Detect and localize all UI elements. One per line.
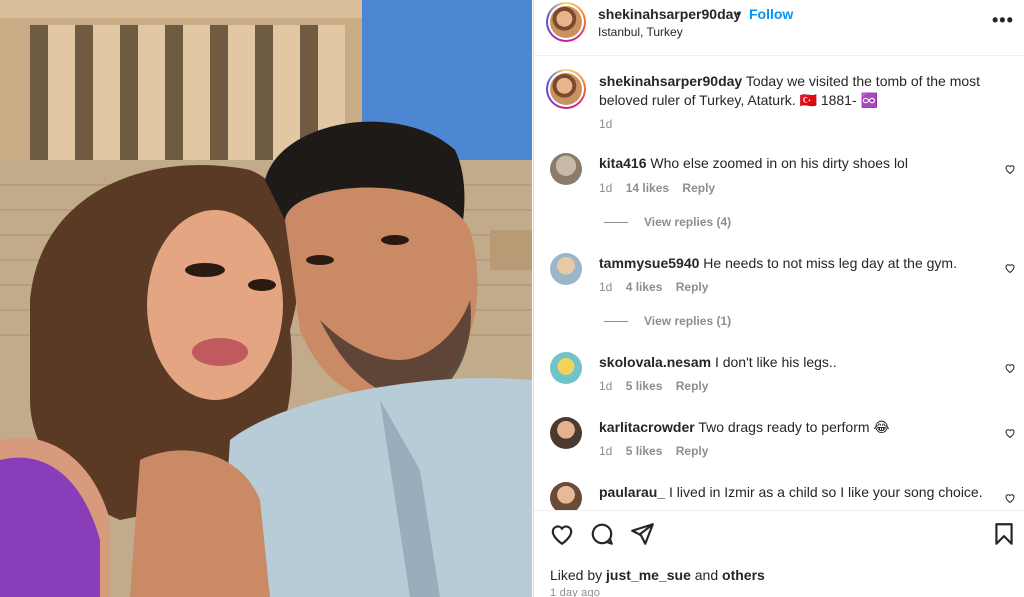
post-location[interactable]: Istanbul, Turkey	[598, 25, 683, 39]
post-actions: Liked by just_me_sue and others 1 day ag…	[534, 510, 1024, 597]
comment-likes[interactable]: 5 likes	[626, 444, 663, 458]
view-replies-button[interactable]: View replies (1)	[604, 314, 731, 328]
comment-text: He needs to not miss leg day at the gym.	[703, 255, 957, 271]
liked-by: Liked by just_me_sue and others	[550, 567, 765, 583]
comment-age[interactable]: 1d	[599, 280, 612, 294]
liked-by-prefix: Liked by	[550, 567, 603, 583]
comment-item: tammysue5940 He needs to not miss leg da…	[599, 254, 984, 273]
like-heart-icon[interactable]	[549, 521, 575, 547]
comments-list[interactable]: shekinahsarper90day Today we visited the…	[534, 57, 1024, 510]
follow-button[interactable]: Follow	[749, 6, 793, 22]
caption: shekinahsarper90day Today we visited the…	[599, 72, 984, 110]
comment-username[interactable]: kita416	[599, 155, 646, 171]
comment-username[interactable]: karlitacrowder	[599, 419, 695, 435]
post-header: shekinahsarper90day • Follow Istanbul, T…	[534, 0, 1024, 56]
comment-avatar[interactable]	[550, 153, 582, 185]
caption-avatar[interactable]	[546, 69, 586, 109]
liked-by-others[interactable]: others	[722, 567, 765, 583]
like-comment-heart-icon[interactable]	[1004, 427, 1016, 439]
caption-username[interactable]: shekinahsarper90day	[599, 73, 742, 89]
comment-text: Two drags ready to perform 😂	[698, 419, 890, 435]
more-horizontal-icon[interactable]: •••	[992, 10, 1014, 31]
comment-likes[interactable]: 4 likes	[626, 280, 663, 294]
reply-button[interactable]: Reply	[676, 280, 709, 294]
separator-dot: •	[736, 5, 741, 21]
like-comment-heart-icon[interactable]	[1004, 262, 1016, 274]
author-username[interactable]: shekinahsarper90day	[598, 6, 741, 22]
comment-likes[interactable]: 14 likes	[626, 181, 669, 195]
liked-by-and: and	[694, 567, 719, 583]
like-comment-heart-icon[interactable]	[1004, 163, 1016, 175]
share-paper-plane-icon[interactable]	[629, 521, 655, 547]
comment-meta: 1d 4 likes Reply	[599, 280, 718, 294]
comment-item: skolovala.nesam I don't like his legs..	[599, 353, 984, 372]
comment-avatar[interactable]	[550, 253, 582, 285]
comment-likes[interactable]: 5 likes	[626, 379, 663, 393]
liked-by-user[interactable]: just_me_sue	[606, 567, 691, 583]
caption-age[interactable]: 1d	[599, 117, 612, 131]
comment-avatar[interactable]	[550, 352, 582, 384]
comment-avatar[interactable]	[550, 417, 582, 449]
comment-meta: 1d 5 likes Reply	[599, 379, 718, 393]
comment-item: paularau_ I lived in Izmir as a child so…	[599, 483, 984, 502]
comment-username[interactable]: paularau_	[599, 484, 665, 500]
comment-text: Who else zoomed in on his dirty shoes lo…	[650, 155, 908, 171]
reply-button[interactable]: Reply	[676, 444, 709, 458]
comment-item: karlitacrowder Two drags ready to perfor…	[599, 418, 984, 437]
reply-button[interactable]: Reply	[676, 379, 709, 393]
comment-text: I don't like his legs..	[714, 354, 837, 370]
post-timestamp[interactable]: 1 day ago	[550, 587, 600, 597]
comment-bubble-icon[interactable]	[589, 521, 615, 547]
comment-age[interactable]: 1d	[599, 379, 612, 393]
like-comment-heart-icon[interactable]	[1004, 362, 1016, 374]
comment-text: I lived in Izmir as a child so I like yo…	[669, 484, 983, 500]
view-replies-button[interactable]: View replies (4)	[604, 215, 731, 229]
comment-meta: 1d 5 likes Reply	[599, 444, 718, 458]
like-comment-heart-icon[interactable]	[1004, 492, 1016, 504]
post-detail-panel: shekinahsarper90day • Follow Istanbul, T…	[533, 0, 1024, 597]
reply-button[interactable]: Reply	[682, 181, 715, 195]
save-bookmark-icon[interactable]	[991, 521, 1017, 547]
comment-age[interactable]: 1d	[599, 181, 612, 195]
caption-meta: 1d	[599, 117, 622, 131]
author-avatar[interactable]	[546, 2, 586, 42]
comment-username[interactable]: tammysue5940	[599, 255, 699, 271]
comment-item: kita416 Who else zoomed in on his dirty …	[599, 154, 984, 173]
comment-avatar[interactable]	[550, 482, 582, 510]
comment-meta: 1d 14 likes Reply	[599, 181, 725, 195]
comment-age[interactable]: 1d	[599, 444, 612, 458]
post-photo	[0, 0, 532, 597]
comment-username[interactable]: skolovala.nesam	[599, 354, 711, 370]
